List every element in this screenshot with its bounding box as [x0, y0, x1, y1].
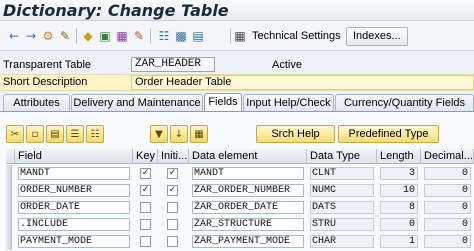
initial-checkbox[interactable]: [167, 202, 178, 213]
data-type-value: NUMC: [310, 184, 374, 197]
filter-icon[interactable]: ▦: [190, 125, 208, 143]
data-type-value: STRU: [310, 218, 374, 231]
field-name-input[interactable]: MANDT: [18, 167, 130, 180]
key-checkbox[interactable]: [140, 236, 151, 247]
tab-fields[interactable]: Fields: [204, 93, 242, 112]
find-icon[interactable]: ▼: [150, 125, 168, 143]
navigation-window-icon[interactable]: ▩: [173, 28, 189, 44]
initial-checkbox[interactable]: ✓: [167, 185, 178, 196]
length-value: 10: [380, 184, 418, 197]
window-title: Dictionary: Change Table: [3, 1, 229, 20]
transparent-table-label: Transparent Table: [3, 59, 92, 71]
row-selector[interactable]: [6, 233, 12, 250]
tab-currency-quantity-fields[interactable]: Currency/Quantity Fields: [335, 94, 474, 112]
data-element-input[interactable]: MANDT: [192, 167, 304, 180]
search-help-button[interactable]: Srch Help: [256, 125, 335, 143]
length-value: 0: [380, 218, 418, 231]
data-element-input[interactable]: ZAR_STRUCTURE: [192, 218, 304, 231]
info-icon[interactable]: ▤: [190, 28, 206, 44]
initial-checkbox[interactable]: [167, 219, 178, 230]
activate-icon[interactable]: ▣: [97, 28, 113, 44]
column-header-data-element[interactable]: Data element: [189, 149, 307, 164]
insert-row-icon[interactable]: ☰: [66, 125, 84, 143]
key-checkbox[interactable]: ✓: [140, 168, 151, 179]
data-type-value: CHAR: [310, 235, 374, 248]
short-description-label: Short Description: [3, 76, 88, 88]
forward-arrow-icon[interactable]: →: [23, 28, 39, 44]
row-selector[interactable]: [6, 199, 12, 216]
application-toolbar: ← → ⚙ ✎ ◆ ▣ ▦ ✎ ☷ ▩ ▤ ▦ Technical Settin…: [0, 21, 474, 51]
layout-icon[interactable]: ▦: [232, 28, 248, 44]
status-text: Active: [272, 59, 302, 71]
field-name-input[interactable]: ORDER_NUMBER: [18, 184, 130, 197]
tab-delivery-and-maintenance[interactable]: Delivery and Maintenance: [71, 94, 203, 112]
decimals-value: 0: [424, 201, 471, 214]
column-header-length[interactable]: Length: [377, 149, 421, 164]
object-list-icon[interactable]: ✎: [131, 28, 147, 44]
paste-icon[interactable]: ▤: [46, 125, 64, 143]
data-type-value: CLNT: [310, 167, 374, 180]
toolbar-separator: [150, 28, 151, 44]
field-name-input[interactable]: PAYMENT_MODE: [18, 235, 130, 248]
delete-row-icon[interactable]: ☷: [86, 125, 104, 143]
key-checkbox[interactable]: [140, 202, 151, 213]
table-row: ORDER_NUMBER ✓ ✓ ZAR_ORDER_NUMBER NUMC 1…: [6, 182, 474, 199]
key-checkbox[interactable]: ✓: [140, 185, 151, 196]
select-all-header[interactable]: [6, 149, 15, 164]
field-name-input[interactable]: ORDER_DATE: [18, 201, 130, 214]
hierarchy-icon[interactable]: ☷: [156, 28, 172, 44]
table-row: ORDER_DATE ZAR_ORDER_DATE DATS 8 0: [6, 199, 474, 216]
short-description-field[interactable]: Order Header Table: [131, 75, 474, 90]
column-header-decimals[interactable]: Decimal...: [421, 149, 474, 164]
length-value: 8: [380, 201, 418, 214]
row-selector[interactable]: [6, 165, 12, 182]
title-bar: Dictionary: Change Table: [0, 0, 474, 21]
back-arrow-icon[interactable]: ←: [6, 28, 22, 44]
toolbar-separator: [76, 28, 77, 44]
check-icon[interactable]: ◆: [80, 28, 96, 44]
other-object-icon[interactable]: ⚙: [40, 28, 56, 44]
length-value: 1: [380, 235, 418, 248]
toolbar-separator: [230, 28, 231, 44]
cut-icon[interactable]: ✂: [6, 125, 24, 143]
key-checkbox[interactable]: [140, 219, 151, 230]
copy-icon[interactable]: ▫: [26, 125, 44, 143]
row-selector[interactable]: [6, 216, 12, 233]
column-header-initial[interactable]: Initi...: [158, 149, 189, 164]
technical-settings-button[interactable]: Technical Settings: [252, 27, 341, 46]
data-element-input[interactable]: ZAR_PAYMENT_MODE: [192, 235, 304, 248]
table-row: .INCLUDE ZAR_STRUCTURE STRU 0 0: [6, 216, 474, 233]
indexes-button[interactable]: Indexes...: [346, 27, 408, 46]
table-row: MANDT ✓ ✓ MANDT CLNT 3 0: [6, 165, 474, 182]
display-change-icon[interactable]: ✎: [57, 28, 73, 44]
decimals-value: 0: [424, 235, 471, 248]
decimals-value: 0: [424, 167, 471, 180]
column-header-field[interactable]: Field: [15, 149, 133, 164]
field-name-input[interactable]: .INCLUDE: [18, 218, 130, 231]
where-used-icon[interactable]: ▦: [114, 28, 130, 44]
predefined-type-button[interactable]: Predefined Type: [338, 125, 439, 143]
column-header-key[interactable]: Key: [133, 149, 158, 164]
initial-checkbox[interactable]: ✓: [167, 168, 178, 179]
data-type-value: DATS: [310, 201, 374, 214]
tab-attributes[interactable]: Attributes: [3, 94, 70, 112]
transparent-table-field[interactable]: ZAR_HEADER: [131, 57, 215, 72]
data-element-input[interactable]: ZAR_ORDER_DATE: [192, 201, 304, 214]
row-selector[interactable]: [6, 182, 12, 199]
data-element-input[interactable]: ZAR_ORDER_NUMBER: [192, 184, 304, 197]
down-arrow-icon[interactable]: ↓: [170, 125, 188, 143]
tab-strip: Attributes Delivery and Maintenance Fiel…: [0, 93, 474, 112]
table-row: PAYMENT_MODE ZAR_PAYMENT_MODE CHAR 1 0: [6, 233, 474, 250]
column-header-data-type[interactable]: Data Type: [307, 149, 377, 164]
tab-input-help-check[interactable]: Input Help/Check: [243, 94, 334, 112]
length-value: 3: [380, 167, 418, 180]
decimals-value: 0: [424, 218, 471, 231]
initial-checkbox[interactable]: [167, 236, 178, 247]
decimals-value: 0: [424, 184, 471, 197]
